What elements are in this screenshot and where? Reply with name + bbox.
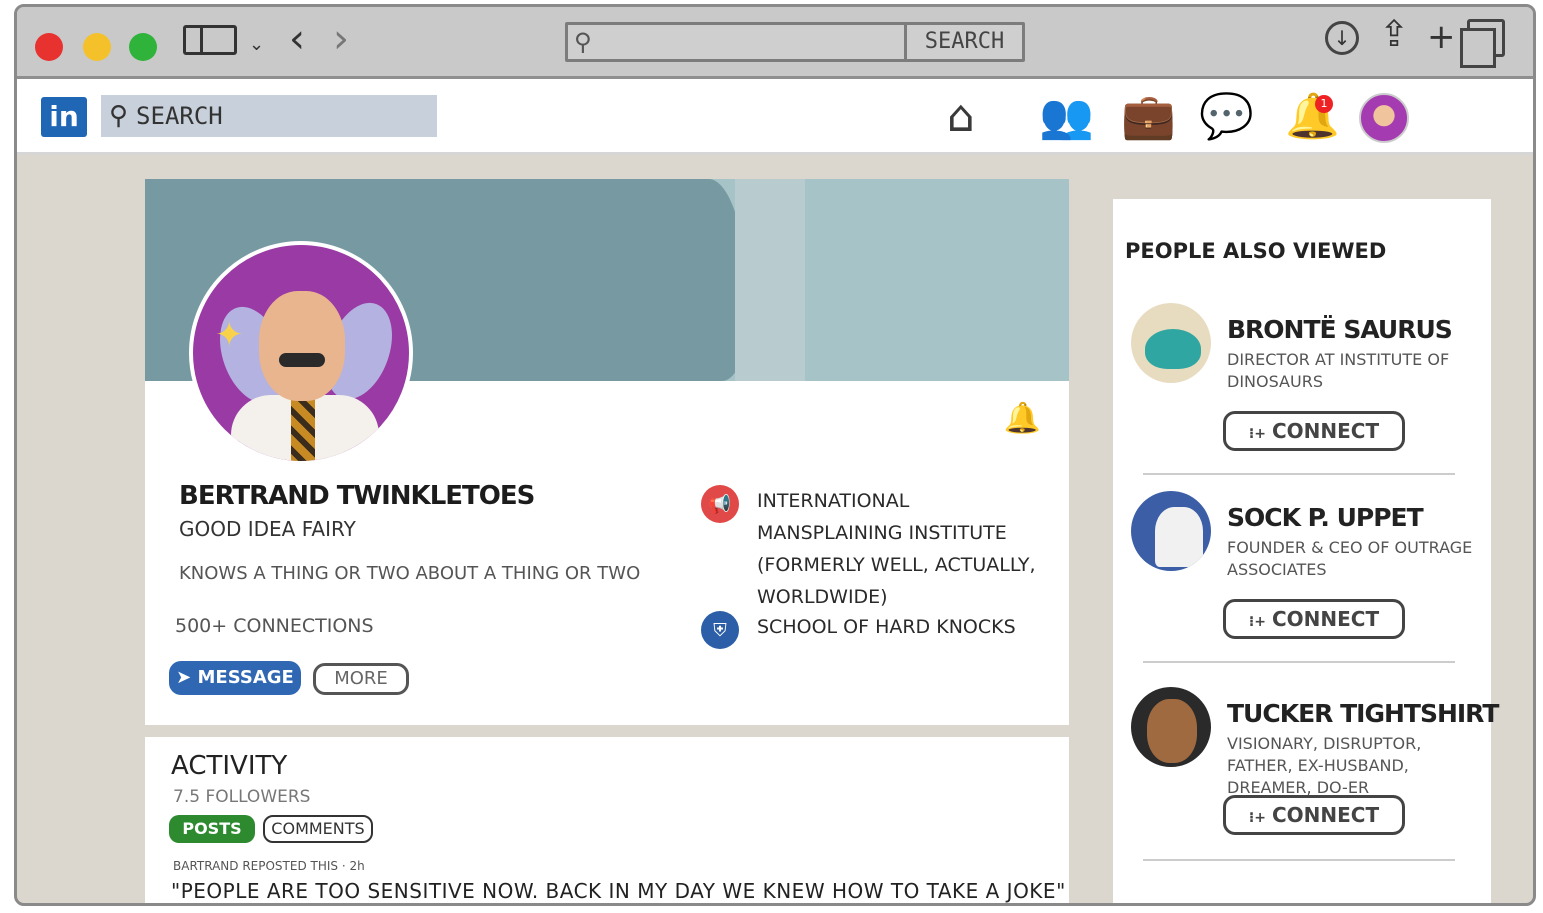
avatar-tie xyxy=(291,395,315,461)
profile-card: ✦ 🔔 BERTRAND TWINKLETOES GOOD IDEA FAIRY… xyxy=(145,179,1069,725)
more-button[interactable]: MORE xyxy=(313,663,409,695)
school-row[interactable]: ⛨ SCHOOL OF HARD KNOCKS xyxy=(701,611,1037,649)
person-name[interactable]: SOCK P. UPPET xyxy=(1227,503,1424,532)
plus-icon[interactable]: + xyxy=(1427,17,1456,57)
chat-icon[interactable]: 💬 xyxy=(1199,89,1254,145)
search-placeholder: SEARCH xyxy=(136,102,223,130)
connect-button[interactable]: ⁝+ CONNECT xyxy=(1223,411,1405,451)
comments-tab[interactable]: COMMENTS xyxy=(263,815,373,843)
user-avatar[interactable] xyxy=(1359,93,1409,143)
chevron-down-icon[interactable]: ⌄ xyxy=(249,25,264,65)
company-row[interactable]: 📢 INTERNATIONAL MANSPLAINING INSTITUTE (… xyxy=(701,485,1037,613)
list-item: SOCK P. UPPET FOUNDER & CEO OF OUTRAGE A… xyxy=(1113,491,1491,661)
person-avatar[interactable] xyxy=(1131,687,1211,767)
person-headline: VISIONARY, DISRUPTOR, FATHER, EX-HUSBAND… xyxy=(1227,734,1422,797)
share-icon[interactable]: ⇪ xyxy=(1379,15,1409,55)
profile-name: BERTRAND TWINKLETOES xyxy=(179,481,535,511)
close-window-button[interactable] xyxy=(35,33,63,61)
search-icon: ⚲ xyxy=(574,28,592,56)
megaphone-icon: 📢 xyxy=(701,485,739,523)
divider xyxy=(1143,473,1455,475)
cover-shape xyxy=(735,179,805,381)
profile-avatar[interactable]: ✦ xyxy=(189,241,413,465)
maximize-window-button[interactable] xyxy=(129,33,157,61)
add-person-icon: ⁝+ xyxy=(1248,810,1266,826)
people-also-viewed-card: PEOPLE ALSO VIEWED BRONTË SAURUS DIRECTO… xyxy=(1113,199,1499,903)
person-headline: FOUNDER & CEO OF OUTRAGE ASSOCIATES xyxy=(1227,538,1473,579)
follow-bell-icon[interactable]: 🔔 xyxy=(1004,401,1041,436)
forward-icon[interactable]: › xyxy=(333,19,349,59)
search-icon: ⚲ xyxy=(109,101,129,131)
add-person-icon: ⁝+ xyxy=(1248,426,1266,442)
address-search-button[interactable]: SEARCH xyxy=(904,25,1022,59)
home-icon[interactable]: ⌂ xyxy=(947,89,975,145)
browser-toolbar: ⌄ ‹ › ⚲ SEARCH ↓ ⇪ + xyxy=(17,7,1533,79)
list-item: TUCKER TIGHTSHIRT VISIONARY, DISRUPTOR, … xyxy=(1113,687,1499,857)
connect-label: CONNECT xyxy=(1271,803,1380,827)
connect-label: CONNECT xyxy=(1271,419,1380,443)
connections-count[interactable]: 500+ CONNECTIONS xyxy=(175,615,374,637)
shield-icon: ⛨ xyxy=(701,611,739,649)
person-avatar[interactable] xyxy=(1131,491,1211,571)
bell-icon[interactable]: 🔔 xyxy=(1285,89,1340,145)
repost-meta: BARTRAND REPOSTED THIS · 2h xyxy=(173,859,365,873)
connect-button[interactable]: ⁝+ CONNECT xyxy=(1223,599,1405,639)
minimize-window-button[interactable] xyxy=(83,33,111,61)
magic-wand-icon: ✦ xyxy=(215,315,244,355)
school-name: SCHOOL OF HARD KNOCKS xyxy=(757,616,1016,638)
divider xyxy=(1143,661,1455,663)
posts-tab[interactable]: POSTS xyxy=(169,815,255,843)
repost-text[interactable]: "PEOPLE ARE TOO SENSITIVE NOW. BACK IN M… xyxy=(171,879,1066,903)
avatar-face xyxy=(259,291,345,401)
followers-count: 7.5 FOLLOWERS xyxy=(173,787,311,807)
browser-window: ⌄ ‹ › ⚲ SEARCH ↓ ⇪ + in ⚲ SEARCH ⌂ 👥 💼 💬 … xyxy=(14,4,1536,906)
person-name[interactable]: BRONTË SAURUS xyxy=(1227,315,1453,344)
person-headline: DIRECTOR AT INSTITUTE OF DINOSAURS xyxy=(1227,350,1450,391)
activity-card: ACTIVITY 7.5 FOLLOWERS POSTS COMMENTS BA… xyxy=(145,737,1069,903)
briefcase-icon[interactable]: 💼 xyxy=(1121,89,1176,145)
add-person-icon: ⁝+ xyxy=(1248,614,1266,630)
back-icon[interactable]: ‹ xyxy=(289,19,305,59)
company-name: INTERNATIONAL MANSPLAINING INSTITUTE (FO… xyxy=(757,490,1036,608)
message-button-label: MESSAGE xyxy=(197,667,294,688)
send-icon: ➤ xyxy=(176,667,192,688)
profile-summary: KNOWS A THING OR TWO ABOUT A THING OR TW… xyxy=(179,563,641,584)
profile-headline: GOOD IDEA FAIRY xyxy=(179,517,356,541)
connect-label: CONNECT xyxy=(1271,607,1380,631)
activity-title: ACTIVITY xyxy=(171,751,288,781)
tabs-icon[interactable] xyxy=(1460,19,1505,68)
person-name[interactable]: TUCKER TIGHTSHIRT xyxy=(1227,699,1499,728)
site-search-input[interactable]: ⚲ SEARCH xyxy=(101,95,437,137)
divider xyxy=(1143,859,1455,861)
linkedin-logo[interactable]: in xyxy=(41,97,87,137)
notification-badge: 1 xyxy=(1315,95,1333,113)
person-avatar[interactable] xyxy=(1131,303,1211,383)
address-bar[interactable]: ⚲ SEARCH xyxy=(565,22,1025,62)
sidebar-icon[interactable] xyxy=(183,25,237,55)
list-item: BRONTË SAURUS DIRECTOR AT INSTITUTE OF D… xyxy=(1113,303,1491,473)
message-button[interactable]: ➤ MESSAGE xyxy=(169,661,301,695)
section-title: PEOPLE ALSO VIEWED xyxy=(1125,239,1387,263)
site-header: in ⚲ SEARCH ⌂ 👥 💼 💬 🔔 1 xyxy=(17,79,1533,155)
people-icon[interactable]: 👥 xyxy=(1039,89,1094,145)
download-icon[interactable]: ↓ xyxy=(1325,21,1359,55)
connect-button[interactable]: ⁝+ CONNECT xyxy=(1223,795,1405,835)
avatar-mustache xyxy=(279,353,325,367)
